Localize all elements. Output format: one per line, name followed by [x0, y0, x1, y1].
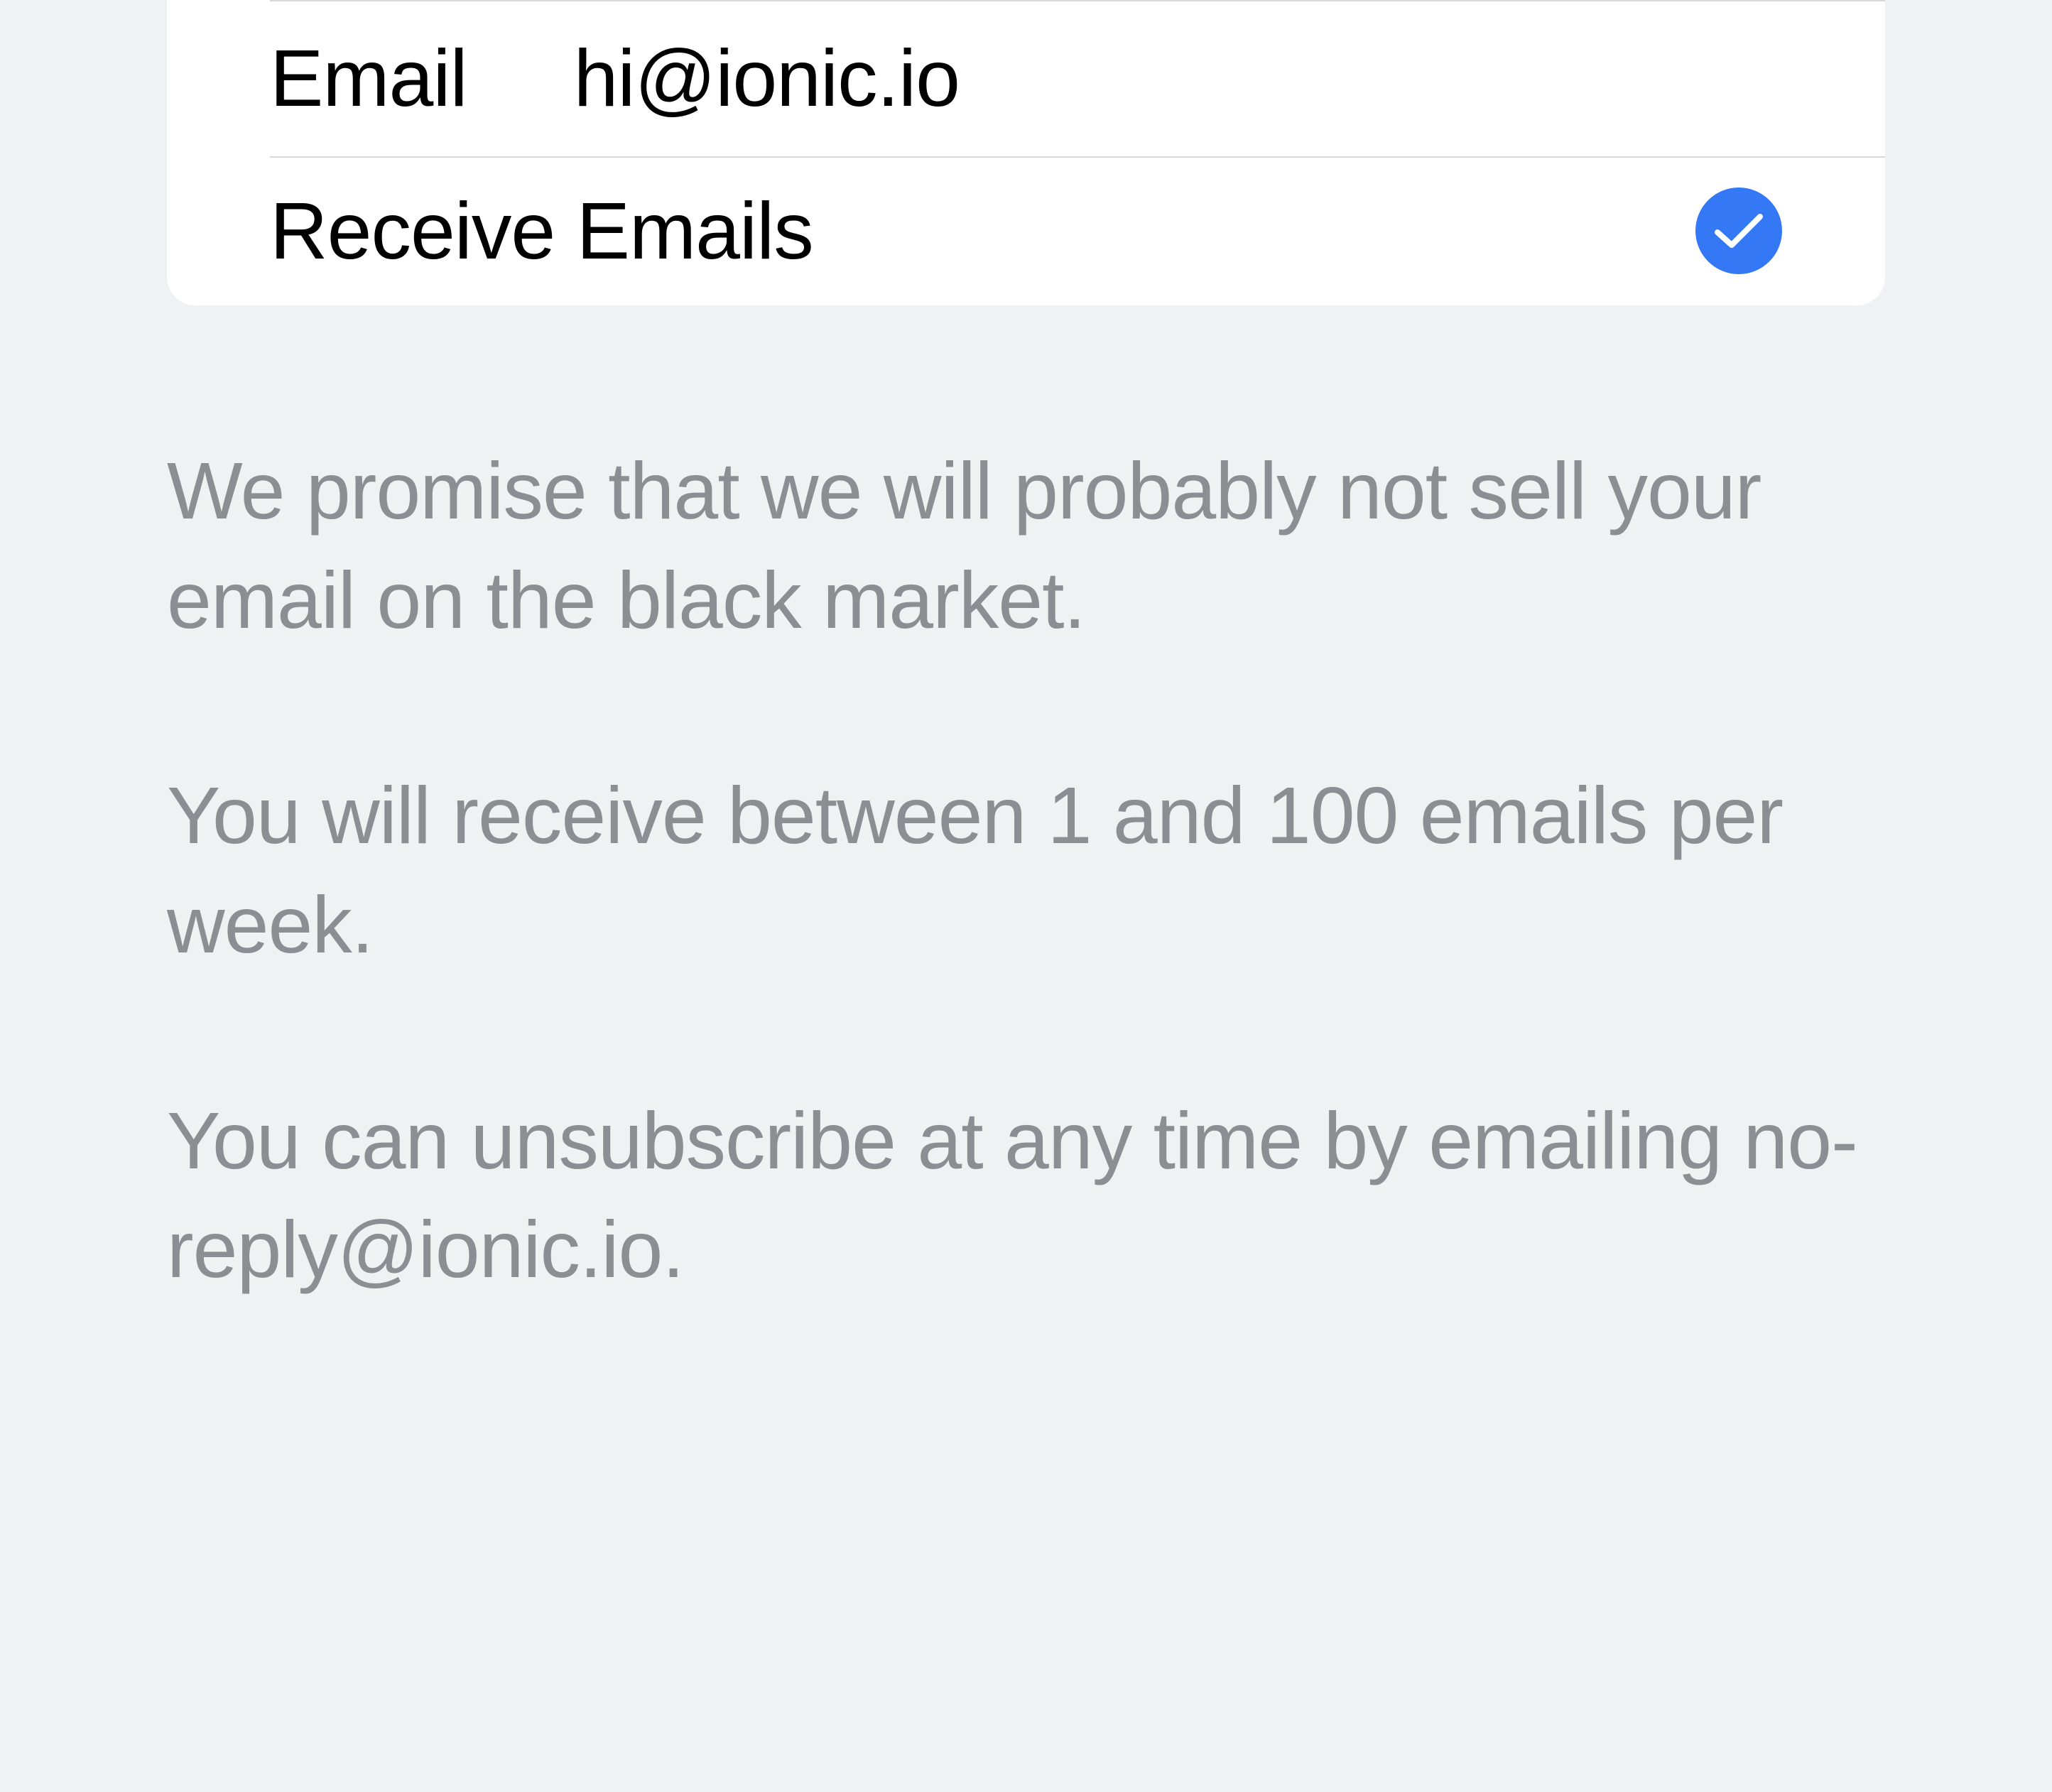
receive-emails-label: Receive Emails — [270, 185, 813, 277]
footer-paragraph-2: You will receive between 1 and 100 email… — [167, 761, 1885, 979]
footer-text: We promise that we will probably not sel… — [0, 305, 2052, 1305]
checkmark-icon — [1715, 212, 1763, 249]
receive-emails-row[interactable]: Receive Emails — [167, 156, 1885, 305]
footer-paragraph-1: We promise that we will probably not sel… — [167, 437, 1885, 655]
email-row[interactable]: Email hi@ionic.io — [167, 0, 1885, 156]
email-value: hi@ionic.io — [574, 32, 960, 124]
row-divider — [270, 0, 1885, 1]
receive-emails-checkbox[interactable] — [1695, 188, 1782, 274]
email-label: Email — [270, 32, 467, 124]
footer-paragraph-3: You can unsubscribe at any time by email… — [167, 1087, 1885, 1305]
row-divider — [270, 156, 1885, 158]
settings-card: Email hi@ionic.io Receive Emails — [167, 0, 1885, 305]
